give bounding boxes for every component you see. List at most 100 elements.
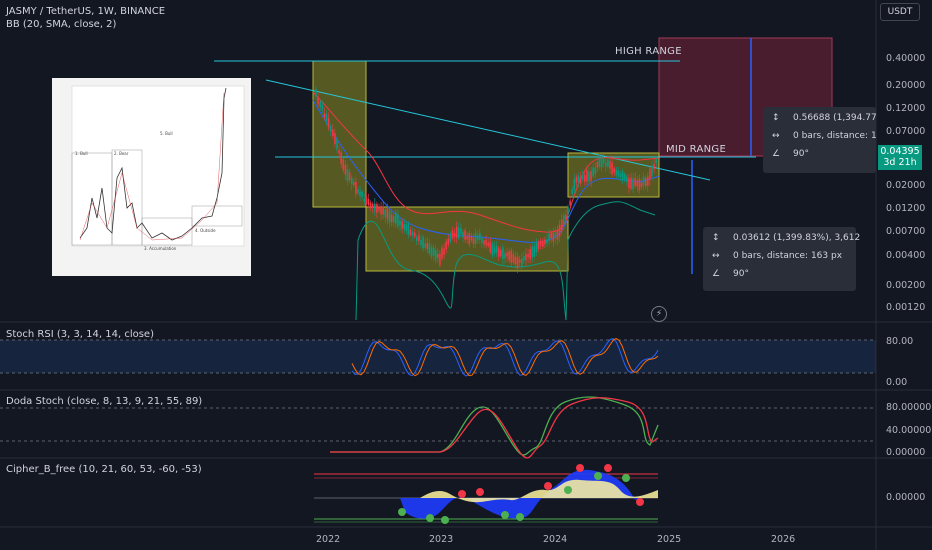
- price-tick[interactable]: 0.12000: [886, 103, 925, 114]
- cipher-dot: [458, 490, 466, 498]
- candle: [350, 177, 353, 185]
- candle: [533, 246, 536, 257]
- candle: [462, 231, 464, 238]
- cipher-dot: [576, 464, 584, 472]
- candle: [334, 133, 336, 145]
- time-tick[interactable]: 2022: [316, 534, 340, 545]
- cipher-b-title[interactable]: Cipher_B_free (10, 21, 60, 53, -60, -53): [6, 464, 202, 475]
- candle: [577, 175, 580, 182]
- inset-note-3: 3. Accumulation: [144, 246, 177, 251]
- candle: [434, 250, 437, 260]
- time-tick[interactable]: 2026: [771, 534, 795, 545]
- stoch-rsi-tick[interactable]: 80.00: [886, 336, 913, 347]
- candle: [437, 253, 439, 258]
- bb-legend[interactable]: BB (20, SMA, close, 2): [6, 19, 116, 30]
- candle: [315, 89, 317, 97]
- candle: [508, 251, 510, 261]
- inset-image[interactable]: 1. Bull 2. Bear 3. Accumulation 4. Outsi…: [52, 78, 251, 276]
- cipher-dot: [544, 482, 552, 490]
- stoch-rsi-title[interactable]: Stoch RSI (3, 3, 14, 14, close): [6, 329, 154, 340]
- bar-countdown: 3d 21h: [883, 157, 917, 168]
- candle: [474, 232, 477, 244]
- candle: [516, 256, 519, 269]
- price-tick[interactable]: 0.07000: [886, 126, 925, 137]
- candle: [329, 126, 332, 132]
- doda-tick[interactable]: 80.00000: [886, 402, 931, 413]
- price-tick[interactable]: 0.01200: [886, 203, 925, 214]
- candle: [447, 238, 450, 245]
- current-price-tag[interactable]: 0.04395 3d 21h: [878, 145, 922, 170]
- doda-slow-line: [330, 397, 659, 459]
- candle: [569, 200, 571, 206]
- candle: [638, 178, 641, 191]
- candle: [413, 232, 416, 237]
- candle: [647, 176, 649, 186]
- tooltip-2-bars: 0 bars, distance: 163 px: [733, 251, 843, 261]
- candle: [607, 159, 609, 167]
- price-tick[interactable]: 0.00400: [886, 250, 925, 261]
- candle: [479, 232, 481, 241]
- candle: [441, 247, 443, 259]
- candle: [544, 239, 546, 245]
- candle: [573, 179, 576, 191]
- price-tick[interactable]: 0.40000: [886, 53, 925, 64]
- high-range-label[interactable]: HIGH RANGE: [615, 46, 682, 57]
- candle: [598, 157, 601, 167]
- candle: [399, 220, 401, 226]
- time-tick[interactable]: 2025: [657, 534, 681, 545]
- candle: [481, 237, 483, 243]
- currency-button[interactable]: USDT: [880, 3, 920, 21]
- candle: [453, 233, 456, 237]
- candle: [405, 224, 408, 232]
- inset-note-5: 5. Bull: [160, 131, 173, 136]
- price-tick[interactable]: 0.00700: [886, 226, 925, 237]
- price-tick[interactable]: 0.20000: [886, 80, 925, 91]
- candle: [611, 162, 613, 175]
- price-tick[interactable]: 0.02000: [886, 180, 925, 191]
- time-tick[interactable]: 2023: [429, 534, 453, 545]
- cipher-dot: [501, 511, 509, 519]
- symbol-title[interactable]: JASMY / TetherUS, 1W, BINANCE: [6, 6, 165, 17]
- time-tick[interactable]: 2024: [543, 534, 567, 545]
- candle: [376, 203, 378, 213]
- bolt-icon[interactable]: ⚡: [651, 306, 667, 322]
- candle: [336, 139, 338, 150]
- measure-tooltip-1[interactable]: ↕ 0.56688 (1,394.77%) ↔ 0 bars, distance: …: [763, 107, 876, 173]
- price-tick[interactable]: 0.00200: [886, 280, 925, 291]
- candle: [340, 152, 342, 165]
- candle: [495, 246, 498, 253]
- candle: [346, 169, 349, 182]
- candle: [455, 226, 458, 238]
- mid-range-label[interactable]: MID RANGE: [666, 144, 726, 155]
- candle: [439, 253, 441, 266]
- cipher-tick[interactable]: 0.00000: [886, 492, 925, 503]
- inset-note-2: 2. Bear: [114, 151, 129, 156]
- candle: [628, 178, 630, 188]
- candle: [527, 254, 529, 258]
- candle: [525, 253, 527, 261]
- doda-tick[interactable]: 0.00000: [886, 447, 925, 458]
- candle: [382, 206, 384, 215]
- candle: [653, 164, 655, 170]
- candle: [380, 206, 382, 215]
- price-tick[interactable]: 0.00120: [886, 302, 925, 313]
- tooltip-2-angle: 90°: [733, 269, 749, 279]
- candle: [588, 171, 590, 182]
- candle: [619, 173, 622, 178]
- measure-tooltip-2[interactable]: ↕ 0.03612 (1,399.83%), 3,612 ↔ 0 bars, dis…: [703, 227, 860, 291]
- cipher-dot: [426, 514, 434, 522]
- stoch-rsi-tick[interactable]: 0.00: [886, 377, 907, 388]
- candle: [418, 235, 420, 241]
- candle: [384, 209, 387, 218]
- candle: [571, 189, 573, 195]
- candle: [518, 259, 521, 263]
- candle: [348, 172, 351, 181]
- doda-stoch-title[interactable]: Doda Stoch (close, 8, 13, 9, 21, 55, 89): [6, 396, 202, 407]
- candle: [609, 161, 611, 169]
- candle: [416, 236, 418, 241]
- candle: [548, 233, 550, 241]
- bars-range-icon: ↔: [712, 251, 720, 261]
- doda-tick[interactable]: 40.00000: [886, 425, 931, 436]
- candle: [424, 243, 426, 248]
- bull-box[interactable]: [312, 60, 367, 208]
